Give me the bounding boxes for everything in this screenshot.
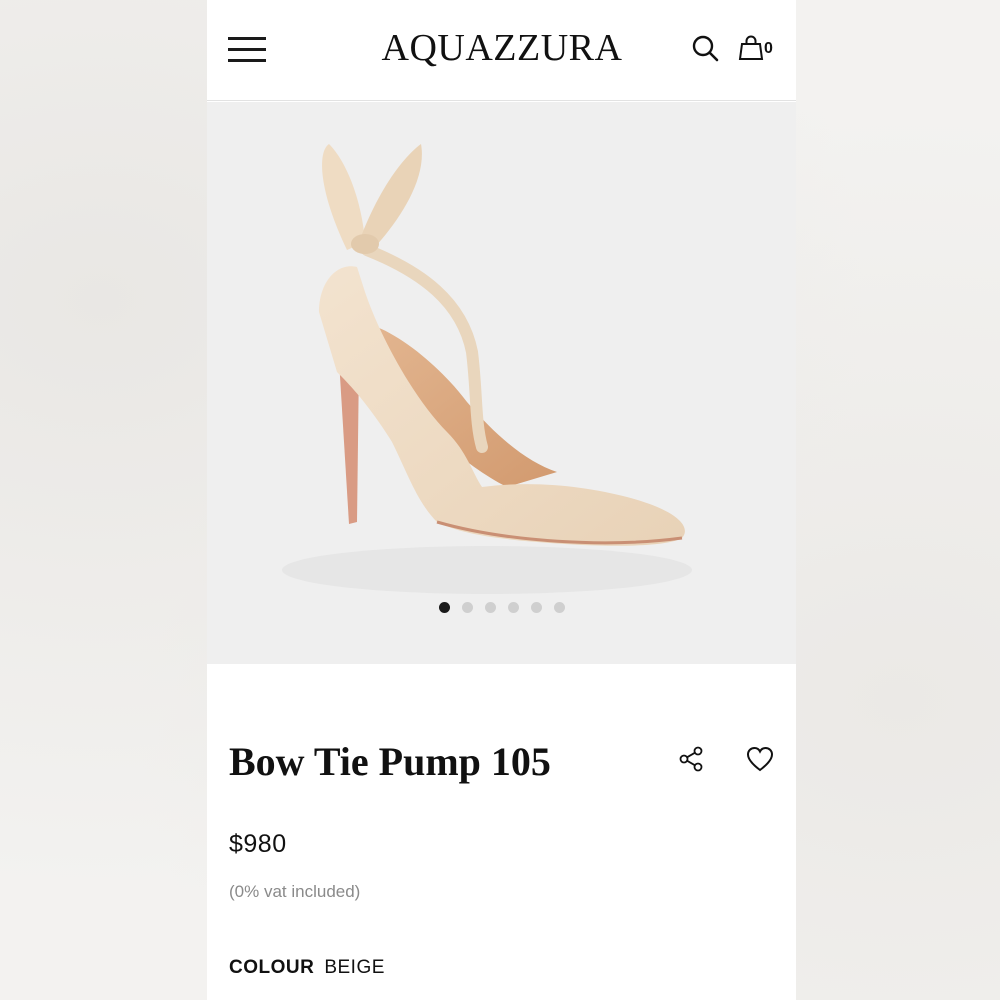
product-price: $980 [229,830,287,858]
gallery-pagination [207,602,796,613]
colour-label: COLOUR [229,957,315,978]
gallery-dot[interactable] [484,602,496,613]
gallery-dot[interactable] [530,602,542,613]
mobile-product-page: AQUAZZURA 0 Bow Tie Pump 105 $980 (0% va… [207,0,796,1000]
product-image [282,144,692,594]
gallery-dot[interactable] [438,602,450,613]
search-icon[interactable] [691,34,719,62]
product-image-gallery[interactable] [207,102,796,664]
gallery-dot[interactable] [553,602,565,613]
heart-icon[interactable] [745,745,775,773]
brand-logo[interactable]: AQUAZZURA [357,26,647,70]
share-icon[interactable] [677,745,705,773]
site-header: AQUAZZURA 0 [207,0,796,101]
colour-value: BEIGE [324,957,385,978]
gallery-dot[interactable] [461,602,473,613]
product-title: Bow Tie Pump 105 [229,739,551,784]
vat-note: (0% vat included) [229,882,361,901]
shopping-bag-icon[interactable] [737,34,765,62]
hamburger-icon[interactable] [228,35,266,65]
bag-count: 0 [764,40,773,57]
colour-selector[interactable]: COLOUR BEIGE [229,957,385,979]
gallery-dot[interactable] [507,602,519,613]
